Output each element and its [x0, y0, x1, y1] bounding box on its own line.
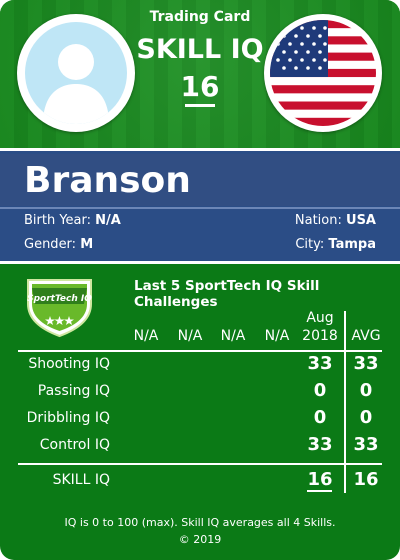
header-divider: [18, 350, 382, 352]
skill-iq-label: SKILL IQ: [136, 34, 264, 65]
nation-flag: [264, 14, 382, 132]
column-header-aug-year: 2018: [302, 328, 338, 344]
logo-text: SportTech IQ: [27, 294, 92, 304]
birth-year-row: Birth Year: N/A: [24, 213, 121, 228]
total-divider: [18, 463, 382, 465]
gender-label: Gender:: [24, 237, 77, 252]
row-label-passing: Passing IQ: [37, 383, 110, 399]
name-bar: Branson: [0, 154, 400, 206]
cell-shooting-avg: 33: [353, 353, 379, 374]
trading-card: Trading Card SKILL IQ 16 Branson Birth Y…: [0, 0, 400, 560]
row-label-skill-iq: SKILL IQ: [52, 472, 110, 488]
cell-dribbling-avg: 0: [359, 407, 373, 428]
divider: [0, 207, 400, 209]
column-header-aug-month: Aug: [306, 310, 334, 326]
score-underline: [185, 104, 215, 107]
birth-year-label: Birth Year:: [24, 213, 92, 228]
player-info-band: Branson Birth Year: N/A Gender: M Nation…: [0, 148, 400, 264]
avg-column-divider: [344, 311, 346, 493]
cell-skill-iq-aug: 16: [307, 469, 333, 490]
sporttech-iq-logo: SportTech IQ: [22, 276, 97, 338]
gender-row: Gender: M: [24, 237, 93, 252]
cell-control-aug: 33: [307, 434, 333, 455]
gender-value: M: [80, 237, 94, 252]
city-row: City: Tampa: [295, 237, 376, 252]
cell-skill-iq-avg: 16: [353, 469, 379, 490]
column-header-2: N/A: [177, 328, 203, 344]
cell-dribbling-aug: 0: [313, 407, 327, 428]
footer-note: IQ is 0 to 100 (max). Skill IQ averages …: [64, 516, 336, 529]
card-title: Trading Card: [149, 9, 251, 25]
cell-control-avg: 33: [353, 434, 379, 455]
footer-copyright: © 2019: [178, 533, 222, 546]
city-label: City:: [295, 237, 325, 252]
row-label-control: Control IQ: [39, 437, 110, 453]
column-header-1: N/A: [133, 328, 159, 344]
challenges-title: Last 5 SportTech IQ Skill Challenges: [134, 278, 320, 310]
player-name: Branson: [24, 160, 191, 201]
row-label-dribbling: Dribbling IQ: [26, 410, 110, 426]
nation-value: USA: [346, 213, 376, 228]
skill-iq-underline: [307, 490, 332, 492]
city-value: Tampa: [328, 237, 376, 252]
cell-passing-avg: 0: [359, 380, 373, 401]
skill-iq-score: 16: [180, 70, 220, 103]
column-header-3: N/A: [220, 328, 246, 344]
nation-label: Nation:: [294, 213, 342, 228]
avatar: [17, 14, 135, 132]
cell-passing-aug: 0: [313, 380, 327, 401]
cell-shooting-aug: 33: [307, 353, 333, 374]
row-label-shooting: Shooting IQ: [28, 356, 110, 372]
column-header-avg: AVG: [351, 328, 381, 344]
nation-row: Nation: USA: [295, 213, 376, 228]
birth-year-value: N/A: [95, 213, 121, 228]
column-header-4: N/A: [264, 328, 290, 344]
